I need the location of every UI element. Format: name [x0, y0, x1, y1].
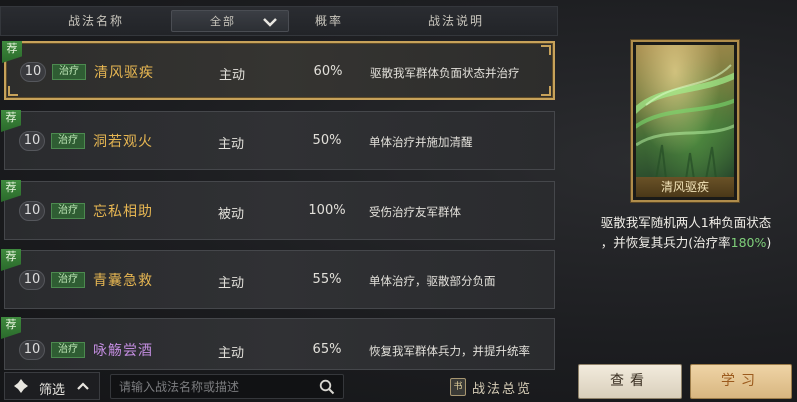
- frame-corner: [541, 45, 551, 55]
- filter-label: 筛选: [39, 383, 66, 398]
- skill-overview-label: 战法总览: [472, 381, 533, 397]
- filter-diamond-icon: [14, 379, 28, 393]
- detail-line-2-prefix: ，并恢复其兵力(治疗率: [600, 235, 731, 250]
- recommend-badge: 荐: [1, 110, 21, 132]
- skill-row[interactable]: 荐 10 治疗 洞若观火 主动 50% 单体治疗并施加清醒: [1, 110, 555, 170]
- skill-overview-button[interactable]: 书 战法总览: [450, 375, 532, 399]
- skill-row[interactable]: 荐 10 治疗 青囊急救 主动 55% 单体治疗，驱散部分负面: [1, 249, 555, 309]
- skill-row[interactable]: 荐 10 治疗 清风驱疾 主动 60% 驱散我军群体负面状态并治疗: [2, 41, 555, 100]
- skill-card-art: [636, 45, 734, 179]
- search-input[interactable]: [119, 378, 314, 396]
- skill-type: 被动: [217, 207, 244, 222]
- header-skill-name: 战法名称: [67, 14, 124, 28]
- skill-name: 咏觞尝酒: [93, 343, 153, 359]
- detail-line-2: ，并恢复其兵力(治疗率180%): [588, 233, 784, 253]
- frame-corner: [541, 86, 551, 96]
- type-filter-dropdown[interactable]: 全部: [171, 10, 289, 32]
- heal-rate-value: 180%: [730, 235, 767, 250]
- skill-row[interactable]: 荐 10 治疗 咏觞尝酒 主动 65% 恢复我军群体兵力，并提升统率: [1, 317, 555, 370]
- detail-line-2-suffix: ): [766, 235, 772, 250]
- wind-swirl-illustration: [636, 64, 734, 179]
- recommend-badge: 荐: [1, 180, 21, 202]
- skill-detail-text: 驱散我军随机两人1种负面状态 ，并恢复其兵力(治疗率180%): [588, 213, 784, 253]
- filter-button[interactable]: 筛选: [4, 372, 100, 400]
- skill-name: 洞若观火: [93, 134, 153, 150]
- chevron-up-icon: [77, 382, 89, 390]
- learn-button[interactable]: 学习: [690, 364, 792, 399]
- skill-level: 10: [19, 270, 45, 290]
- header-description: 战法说明: [427, 14, 484, 28]
- book-icon: 书: [450, 378, 466, 396]
- skill-tag: 治疗: [51, 342, 85, 358]
- skill-description: 驱散我军群体负面状态并治疗: [370, 66, 520, 80]
- skill-level: 10: [20, 62, 46, 82]
- skill-description: 恢复我军群体兵力，并提升统率: [369, 344, 530, 358]
- recommend-badge: 荐: [1, 249, 21, 271]
- skill-card: 清风驱疾: [631, 40, 739, 202]
- skill-level: 10: [19, 340, 45, 360]
- skill-tag: 治疗: [51, 133, 85, 149]
- skill-row[interactable]: 荐 10 治疗 忘私相助 被动 100% 受伤治疗友军群体: [1, 180, 555, 240]
- skill-card-title: 清风驱疾: [636, 177, 734, 197]
- search-box: [110, 374, 344, 399]
- chevron-down-icon: [263, 18, 277, 27]
- frame-corner: [8, 86, 18, 96]
- table-header: 战法名称 全部 概率 战法说明: [0, 6, 558, 36]
- skill-probability: 55%: [312, 272, 342, 287]
- skill-probability: 65%: [312, 342, 342, 357]
- view-button[interactable]: 查看: [578, 364, 682, 399]
- skill-name: 清风驱疾: [94, 65, 154, 81]
- detail-line-1: 驱散我军随机两人1种负面状态: [600, 215, 772, 230]
- skill-level: 10: [19, 201, 45, 221]
- skill-type: 主动: [217, 276, 244, 291]
- skill-description: 单体治疗，驱散部分负面: [369, 274, 496, 288]
- skill-tag: 治疗: [51, 272, 85, 288]
- search-icon[interactable]: [319, 379, 335, 395]
- skill-probability: 60%: [313, 64, 343, 79]
- skill-level: 10: [19, 131, 45, 151]
- header-probability: 概率: [314, 14, 343, 28]
- skill-tag: 治疗: [52, 64, 86, 80]
- skill-probability: 100%: [308, 203, 346, 218]
- type-filter-label: 全部: [210, 15, 236, 28]
- skill-description: 受伤治疗友军群体: [369, 205, 461, 219]
- skill-name: 青囊急救: [93, 273, 153, 289]
- skill-name: 忘私相助: [93, 204, 153, 220]
- recommend-badge: 荐: [1, 317, 21, 339]
- skill-type: 主动: [218, 68, 245, 83]
- skill-probability: 50%: [312, 133, 342, 148]
- skill-type: 主动: [217, 346, 244, 361]
- skill-description: 单体治疗并施加清醒: [369, 135, 473, 149]
- skill-tag: 治疗: [51, 203, 85, 219]
- recommend-badge: 荐: [2, 41, 22, 63]
- skill-type: 主动: [217, 137, 244, 152]
